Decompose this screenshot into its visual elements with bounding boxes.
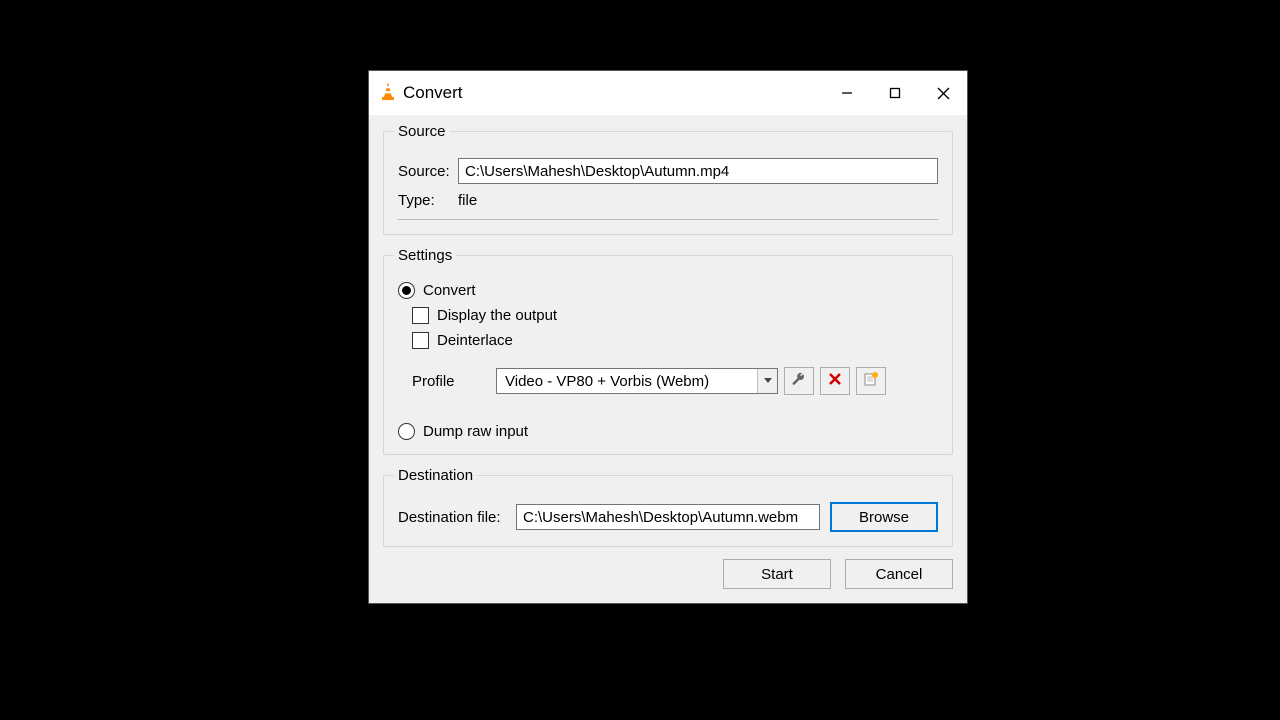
cancel-button[interactable]: Cancel [845,559,953,589]
new-profile-button[interactable] [856,367,886,395]
client-area: Source Source: Type: file Settings Conve… [369,115,967,603]
deinterlace-checkbox[interactable]: Deinterlace [412,332,938,349]
convert-radio[interactable]: Convert [398,282,938,299]
destination-label: Destination file: [398,509,516,526]
type-label: Type: [398,192,458,209]
minimize-button[interactable] [823,71,871,115]
profile-select[interactable]: Video - VP80 + Vorbis (Webm) [496,368,778,394]
source-legend: Source [394,123,450,140]
type-value: file [458,192,477,209]
convert-dialog: Convert Source Source: Type: file [368,70,968,604]
browse-button[interactable]: Browse [830,502,938,532]
settings-group: Settings Convert Display the output Dein… [383,247,953,455]
profile-label: Profile [412,373,496,390]
close-button[interactable] [919,71,967,115]
profile-value: Video - VP80 + Vorbis (Webm) [497,373,757,390]
convert-radio-label: Convert [423,282,476,299]
window-buttons [823,71,967,115]
chevron-down-icon [757,369,777,393]
destination-input[interactable] [516,504,820,530]
dump-raw-radio[interactable]: Dump raw input [398,423,938,440]
edit-profile-button[interactable] [784,367,814,395]
wrench-icon [791,371,807,392]
destination-group: Destination Destination file: Browse [383,467,953,547]
source-label: Source: [398,163,458,180]
titlebar: Convert [369,71,967,115]
start-button[interactable]: Start [723,559,831,589]
source-input[interactable] [458,158,938,184]
display-output-checkbox[interactable]: Display the output [412,307,938,324]
destination-legend: Destination [394,467,477,484]
delete-x-icon [828,372,842,391]
display-output-label: Display the output [437,307,557,324]
maximize-button[interactable] [871,71,919,115]
dialog-buttons: Start Cancel [383,559,953,589]
settings-legend: Settings [394,247,456,264]
dump-raw-label: Dump raw input [423,423,528,440]
new-profile-icon [863,371,879,392]
deinterlace-label: Deinterlace [437,332,513,349]
source-group: Source Source: Type: file [383,123,953,235]
vlc-cone-icon [379,81,397,106]
delete-profile-button[interactable] [820,367,850,395]
window-title: Convert [403,83,463,103]
